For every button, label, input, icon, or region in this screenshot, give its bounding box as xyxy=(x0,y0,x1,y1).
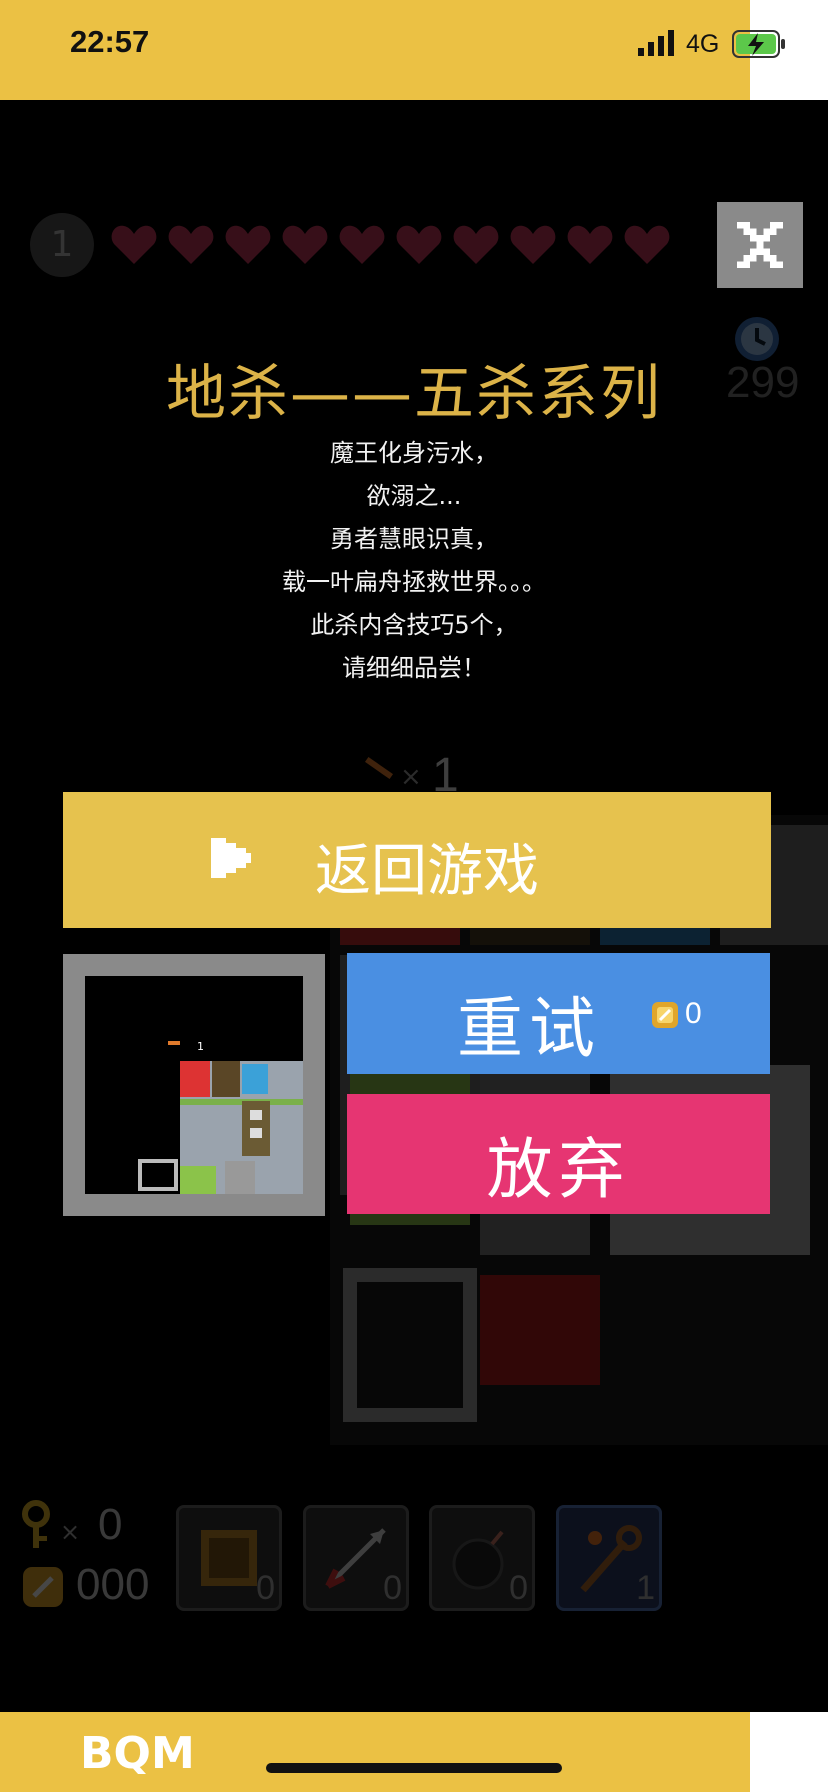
coin-icon xyxy=(652,1002,678,1028)
signal-icon xyxy=(638,30,674,56)
slot-count: 1 xyxy=(636,1569,655,1607)
heart-icon xyxy=(567,225,613,264)
heart-icon xyxy=(396,225,442,264)
inventory-slot-bomb[interactable]: 0 xyxy=(429,1505,535,1611)
svg-text:1: 1 xyxy=(432,749,459,795)
retry-button[interactable]: 重试 0 xyxy=(347,953,770,1074)
retry-label: 重试 xyxy=(457,990,601,1067)
svg-text:BQM: BQM xyxy=(80,1730,195,1774)
brand-logo: BQM xyxy=(80,1730,195,1774)
svg-text:×: × xyxy=(60,1518,80,1546)
heart-icon xyxy=(111,225,157,264)
network-type: 4G xyxy=(686,30,720,58)
level-title: 地杀——五杀系列 xyxy=(166,359,662,429)
bottom-bar-edge xyxy=(750,1712,828,1792)
slot-count: 0 xyxy=(509,1569,528,1607)
slot-count: 0 xyxy=(256,1569,275,1607)
story-line: 请细细品尝！ xyxy=(342,654,486,682)
give-up-button[interactable]: 放弃 xyxy=(347,1094,770,1214)
close-icon xyxy=(737,222,783,268)
key-icon: × xyxy=(22,1500,80,1548)
story-line: 载一叶扁舟拯救世界。。。 xyxy=(282,568,546,596)
status-time: 22:57 xyxy=(70,24,150,59)
inventory-slot-arrow[interactable]: 0 xyxy=(303,1505,409,1611)
heart-icon xyxy=(624,225,670,264)
hearts-bar xyxy=(110,222,671,266)
close-button[interactable] xyxy=(717,202,803,288)
level-minimap: 1 xyxy=(63,954,325,1216)
retry-cost: 0 xyxy=(685,997,702,1030)
heart-icon xyxy=(339,225,385,264)
return-to-game-label: 返回游戏 xyxy=(315,839,539,904)
home-indicator[interactable] xyxy=(266,1763,562,1773)
story-line: 魔王化身污水， xyxy=(330,439,498,467)
heart-icon xyxy=(225,225,271,264)
inventory-slot-magic-staff[interactable]: 1 xyxy=(556,1505,662,1611)
slot-count: 0 xyxy=(383,1569,402,1607)
svg-text:×: × xyxy=(400,762,422,792)
key-count: 0 xyxy=(98,1500,123,1549)
tool-indicator: × 1 xyxy=(364,749,459,795)
story-line: 欲溺之... xyxy=(366,482,462,510)
coin-icon xyxy=(23,1567,63,1607)
story-line: 勇者慧眼识真， xyxy=(330,525,498,553)
heart-icon xyxy=(282,225,328,264)
minimap-view: 1 xyxy=(85,976,303,1194)
coin-total: 000 xyxy=(76,1560,150,1609)
svg-text:1: 1 xyxy=(197,1040,204,1053)
heart-icon xyxy=(453,225,499,264)
give-up-label: 放弃 xyxy=(486,1131,631,1208)
story-line: 此杀内含技巧5个， xyxy=(310,611,518,639)
level-badge: 1 xyxy=(30,213,94,277)
inventory-slot-crate[interactable]: 0 xyxy=(176,1505,282,1611)
heart-icon xyxy=(510,225,556,264)
return-to-game-button[interactable]: 返回游戏 xyxy=(63,792,771,928)
level-story: 魔王化身污水， 欲溺之... 勇者慧眼识真， 载一叶扁舟拯救世界。。。 此杀内含… xyxy=(0,432,828,690)
battery-charging-icon xyxy=(732,30,785,58)
minimap-tiles: 1 xyxy=(138,1040,303,1194)
heart-icon xyxy=(168,225,214,264)
